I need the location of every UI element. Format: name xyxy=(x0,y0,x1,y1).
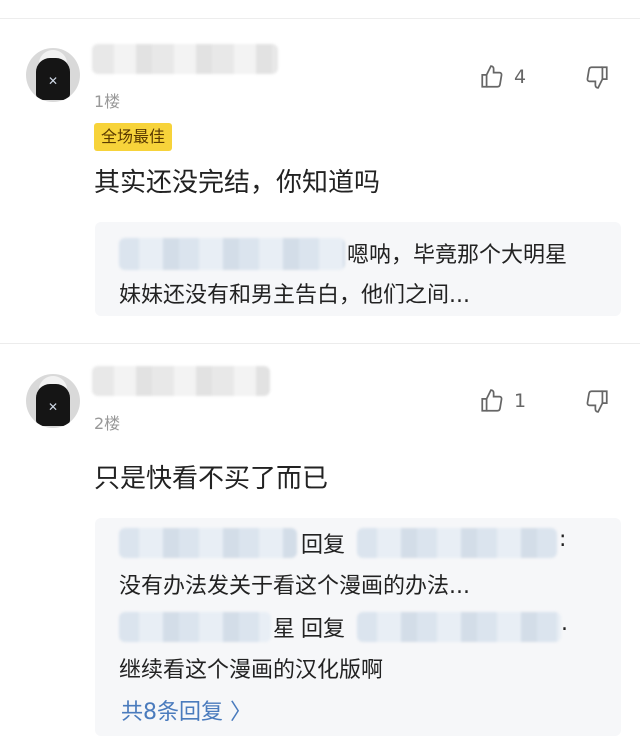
reply-preview-box[interactable]: 嗯呐，毕竟那个大明星 妹妹还没有和男主告白，他们之间... xyxy=(95,222,621,316)
view-all-replies-link[interactable]: 共8条回复 〉 xyxy=(121,694,252,726)
like-count: 4 xyxy=(514,66,527,88)
reply-name-fragment: 星 xyxy=(273,617,296,642)
blurred-reply-username xyxy=(119,528,297,558)
thumbs-down-icon[interactable] xyxy=(584,64,610,90)
blurred-username[interactable] xyxy=(92,366,270,396)
blurred-reply-username xyxy=(119,238,345,270)
floor-label: 2楼 xyxy=(94,414,121,433)
thumbs-up-icon[interactable] xyxy=(479,388,505,414)
reply-text: 继续看这个漫画的汉化版啊 xyxy=(119,658,384,683)
reply-colon: . xyxy=(561,611,568,636)
blurred-reply-target xyxy=(357,612,561,642)
reply-text: 嗯呐，毕竟那个大明星 xyxy=(347,243,568,268)
comment-divider xyxy=(0,343,640,344)
reply-text-continued: 妹妹还没有和男主告白，他们之间... xyxy=(119,283,470,308)
blurred-username[interactable] xyxy=(92,44,278,74)
reply-preview-box[interactable]: 回复 : 没有办法发关于看这个漫画的办法... 星 回复 . 继续看这个漫画的汉… xyxy=(95,518,621,736)
thumbs-down-icon[interactable] xyxy=(584,388,610,414)
top-divider xyxy=(0,18,640,19)
avatar-logo: ✕ xyxy=(47,74,59,88)
avatar-logo: ✕ xyxy=(47,400,59,414)
like-count: 1 xyxy=(514,390,527,412)
comment-text: 只是快看不买了而已 xyxy=(94,464,329,494)
reply-word: 回复 xyxy=(301,533,346,558)
best-comment-badge: 全场最佳 xyxy=(94,123,173,151)
avatar[interactable]: ✕ xyxy=(26,48,80,102)
blurred-reply-target xyxy=(357,528,557,558)
reply-word: 回复 xyxy=(301,617,346,642)
comment-text: 其实还没完结，你知道吗 xyxy=(94,168,381,198)
thumbs-up-icon[interactable] xyxy=(479,64,505,90)
avatar[interactable]: ✕ xyxy=(26,374,80,428)
reply-colon: : xyxy=(559,527,567,552)
blurred-reply-username xyxy=(119,612,271,642)
floor-label: 1楼 xyxy=(94,92,121,111)
reply-text: 没有办法发关于看这个漫画的办法... xyxy=(119,574,470,599)
